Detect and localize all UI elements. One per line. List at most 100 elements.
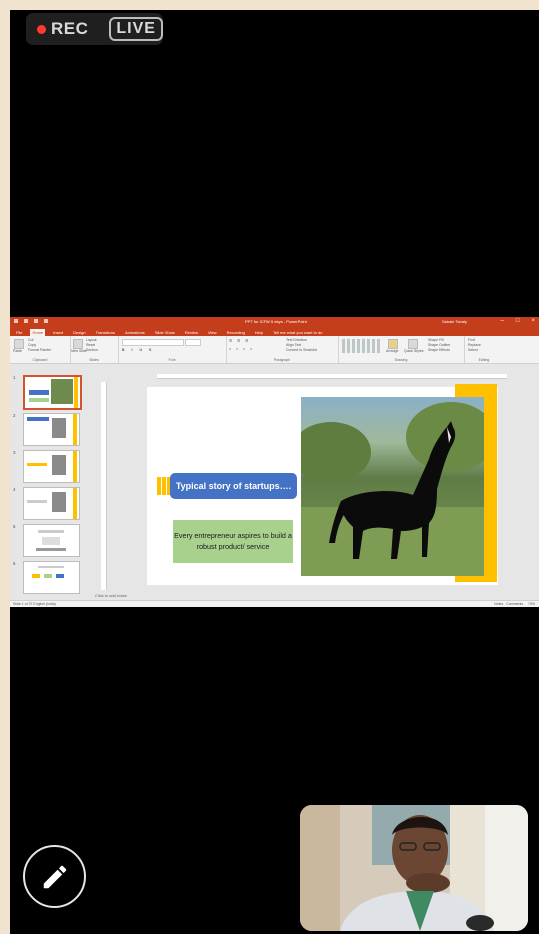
font-group: B I U S Font bbox=[118, 336, 227, 363]
rec-label: REC bbox=[51, 19, 89, 38]
align-buttons[interactable]: ≡ ≡ ≡ ≡ bbox=[229, 347, 254, 351]
thumbnail-number: 6 bbox=[13, 561, 16, 566]
font-size-box[interactable] bbox=[185, 339, 201, 346]
notes-toggle[interactable]: Notes bbox=[494, 602, 503, 606]
thumbnail-number: 3 bbox=[13, 450, 16, 455]
comments-toggle[interactable]: Comments bbox=[506, 602, 523, 606]
shape-effects-button[interactable]: Shape Effects bbox=[428, 348, 450, 352]
thumbnail-number: 5 bbox=[13, 524, 16, 529]
arrange-icon[interactable] bbox=[388, 339, 398, 349]
drawing-group: Arrange Quick Styles Shape Fill Shape Ou… bbox=[338, 336, 465, 363]
maximize-icon[interactable]: □ bbox=[516, 318, 520, 324]
paste-icon[interactable] bbox=[14, 339, 24, 349]
redo-icon[interactable] bbox=[34, 319, 38, 323]
save-icon[interactable] bbox=[14, 319, 18, 323]
accent-stripe bbox=[157, 477, 161, 495]
slide-headline[interactable]: Typical story of startups…. bbox=[170, 473, 297, 499]
font-name-box[interactable] bbox=[122, 339, 184, 346]
user-name[interactable]: Sahale Tavaly bbox=[442, 319, 467, 324]
close-icon[interactable]: × bbox=[531, 318, 535, 324]
tab-recording[interactable]: Recording bbox=[225, 329, 247, 336]
arrange-button[interactable]: Arrange bbox=[386, 349, 398, 353]
tab-transitions[interactable]: Transitions bbox=[94, 329, 117, 336]
record-dot-icon bbox=[37, 24, 46, 34]
clipboard-group: Paste Cut Copy Format Painter Clipboard bbox=[10, 336, 71, 363]
horizontal-ruler bbox=[157, 374, 507, 379]
copy-button[interactable]: Copy bbox=[28, 343, 36, 347]
tab-slide-show[interactable]: Slide Show bbox=[153, 329, 177, 336]
tab-review[interactable]: Review bbox=[183, 329, 200, 336]
quick-access-toolbar[interactable] bbox=[14, 319, 48, 323]
drawing-label: Drawing bbox=[394, 358, 408, 362]
live-badge: LIVE bbox=[109, 17, 163, 41]
quick-styles-button[interactable]: Quick Styles bbox=[404, 349, 423, 353]
align-text-button[interactable]: Align Text bbox=[286, 343, 301, 347]
horse-photo[interactable] bbox=[301, 397, 484, 576]
slide-thumbnail-4[interactable] bbox=[23, 487, 80, 520]
notes-placeholder[interactable]: Click to add notes bbox=[95, 593, 127, 598]
vertical-ruler bbox=[101, 382, 107, 590]
tab-view[interactable]: View bbox=[206, 329, 219, 336]
annotate-button[interactable] bbox=[23, 845, 86, 908]
presenter-camera-feed[interactable] bbox=[300, 805, 528, 931]
clipboard-label: Clipboard bbox=[32, 358, 48, 362]
tab-animations[interactable]: Animations bbox=[123, 329, 147, 336]
ribbon-tabs: File Home Insert Design Transitions Anim… bbox=[10, 327, 539, 336]
screen-share-stage: REC LIVE PPT for ICFW 5 days - PowerPoin… bbox=[10, 10, 539, 934]
undo-icon[interactable] bbox=[24, 319, 28, 323]
replace-button[interactable]: Replace bbox=[468, 343, 481, 347]
font-style-buttons[interactable]: B I U S bbox=[122, 348, 154, 352]
paste-button[interactable]: Paste bbox=[13, 349, 22, 353]
list-buttons[interactable]: ☰ ☰ ☰ bbox=[229, 339, 250, 343]
quick-styles-icon[interactable] bbox=[408, 339, 418, 349]
shapes-gallery[interactable] bbox=[342, 339, 382, 353]
layout-button[interactable]: Layout bbox=[86, 338, 97, 342]
document-title: PPT for ICFW 5 days - PowerPoint bbox=[245, 319, 307, 324]
slide-count-status: Slide 1 of 37 English (India) bbox=[13, 602, 56, 606]
format-painter-button[interactable]: Format Painter bbox=[28, 348, 51, 352]
font-label: Font bbox=[168, 358, 176, 362]
new-slide-icon[interactable] bbox=[73, 339, 83, 349]
status-bar: Slide 1 of 37 English (India) Notes Comm… bbox=[10, 600, 539, 607]
tab-help[interactable]: Help bbox=[253, 329, 265, 336]
new-slide-button[interactable]: New Slide bbox=[71, 349, 87, 353]
pencil-icon bbox=[43, 865, 66, 888]
accent-stripe bbox=[162, 477, 166, 495]
slide-thumbnail-1[interactable] bbox=[23, 375, 82, 410]
tab-design[interactable]: Design bbox=[71, 329, 87, 336]
tab-home[interactable]: Home bbox=[30, 329, 46, 336]
select-button[interactable]: Select bbox=[468, 348, 478, 352]
ppt-title-bar: PPT for ICFW 5 days - PowerPoint Sahale … bbox=[10, 317, 539, 327]
shape-fill-button[interactable]: Shape Fill bbox=[428, 338, 444, 342]
cut-button[interactable]: Cut bbox=[28, 338, 33, 342]
minimize-icon[interactable]: – bbox=[501, 318, 504, 324]
find-button[interactable]: Find bbox=[468, 338, 475, 342]
slide-thumbnails-pane: 1 2 3 4 5 6 bbox=[10, 373, 96, 601]
slide-thumbnail-6[interactable] bbox=[23, 561, 80, 594]
slide-thumbnail-2[interactable] bbox=[23, 413, 80, 446]
status-right: Notes Comments 74% bbox=[494, 602, 535, 606]
thumbnail-number: 2 bbox=[13, 413, 16, 418]
editing-group: Find Replace Select Editing bbox=[464, 336, 504, 363]
tell-me-search[interactable]: Tell me what you want to do bbox=[271, 329, 324, 336]
slide-body-text[interactable]: Every entrepreneur aspires to build a ro… bbox=[173, 520, 293, 563]
shape-outline-button[interactable]: Shape Outline bbox=[428, 343, 450, 347]
slide-canvas[interactable]: Typical story of startups…. Every entrep… bbox=[147, 384, 498, 585]
presenter-video bbox=[300, 805, 528, 931]
tab-insert[interactable]: Insert bbox=[51, 329, 65, 336]
thumbnail-number: 4 bbox=[13, 487, 16, 492]
slide-thumbnail-3[interactable] bbox=[23, 450, 80, 483]
zoom-level[interactable]: 74% bbox=[528, 602, 535, 606]
slide-thumbnail-5[interactable] bbox=[23, 524, 80, 557]
thumbnail-number: 1 bbox=[13, 375, 16, 380]
convert-smartart-button[interactable]: Convert to SmartArt bbox=[286, 348, 317, 352]
slides-group: New Slide Layout Reset Section Slides bbox=[70, 336, 119, 363]
tab-file[interactable]: File bbox=[14, 329, 24, 336]
text-direction-button[interactable]: Text Direction bbox=[286, 338, 307, 342]
reset-button[interactable]: Reset bbox=[86, 343, 95, 347]
powerpoint-window: PPT for ICFW 5 days - PowerPoint Sahale … bbox=[10, 317, 539, 607]
slides-label: Slides bbox=[89, 358, 99, 362]
section-button[interactable]: Section bbox=[86, 348, 98, 352]
paragraph-label: Paragraph bbox=[273, 358, 291, 362]
start-slideshow-icon[interactable] bbox=[44, 319, 48, 323]
